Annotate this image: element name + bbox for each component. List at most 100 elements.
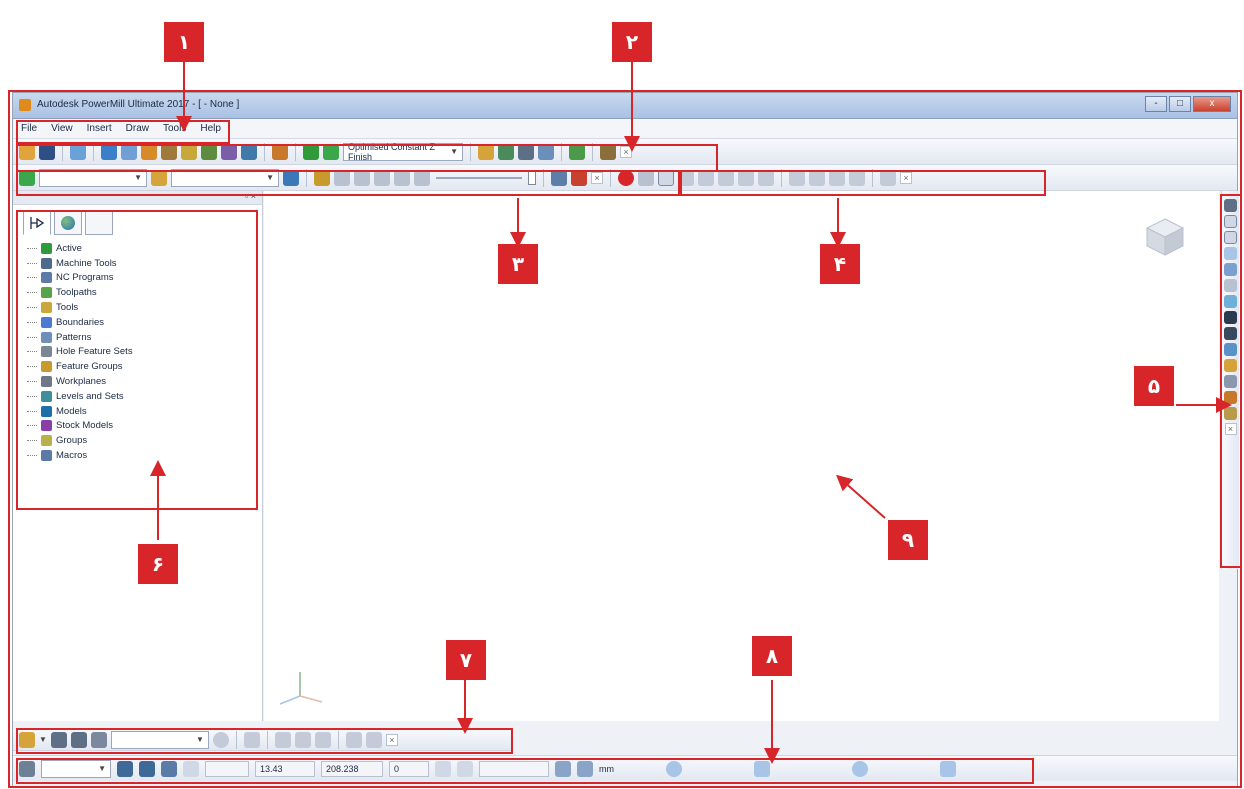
close-toolbar-icon[interactable]: × (900, 171, 912, 184)
iso-view-icon[interactable] (1224, 247, 1237, 260)
tab-web[interactable] (54, 211, 82, 235)
plain-shading-icon[interactable] (1224, 359, 1237, 372)
explorer-item[interactable]: Macros (27, 448, 133, 463)
explorer-item[interactable]: Models (27, 404, 133, 419)
maximize-button[interactable]: □ (1169, 96, 1191, 112)
step-back-small-icon[interactable] (354, 169, 370, 186)
graphics-area[interactable] (264, 191, 1219, 721)
machine-tool-icon[interactable] (272, 143, 288, 160)
no-image-icon[interactable] (658, 169, 674, 186)
blank-icon[interactable] (345, 731, 362, 748)
menu-draw[interactable]: Draw (126, 123, 149, 134)
toolpath-strategies-icon[interactable] (303, 143, 319, 160)
fill-icon[interactable] (365, 731, 382, 748)
explorer-item[interactable]: Machine Tools (27, 256, 133, 271)
camera-icon[interactable] (789, 169, 805, 186)
workplane-new-icon[interactable] (139, 760, 155, 777)
explorer-item[interactable]: Tools (27, 300, 133, 315)
speed-icon[interactable] (314, 169, 330, 186)
close-toolbar-icon[interactable]: × (591, 171, 603, 184)
cut-material-icon[interactable] (718, 169, 734, 186)
start-point-icon[interactable] (181, 143, 197, 160)
open-project-icon[interactable] (19, 143, 35, 160)
explorer-panel-controls[interactable]: ▫ × (13, 191, 262, 205)
feeds-speeds-icon[interactable] (141, 143, 157, 160)
resize-to-fit-icon[interactable] (1224, 295, 1237, 308)
toggle-stock-icon[interactable] (1224, 407, 1237, 420)
explorer-item[interactable]: Boundaries (27, 315, 133, 330)
tools-icon[interactable] (243, 731, 260, 748)
panel-icon[interactable] (538, 143, 554, 160)
print-icon[interactable] (70, 143, 86, 160)
tolerance-icon[interactable] (555, 760, 571, 777)
simulation-slider-track[interactable] (436, 176, 522, 179)
explorer-item[interactable]: Levels and Sets (27, 389, 133, 404)
simulation-stop-icon[interactable] (571, 169, 587, 186)
viewcube-icon[interactable] (1143, 215, 1187, 259)
add-icon[interactable] (294, 731, 311, 748)
collision-check-icon[interactable] (569, 143, 585, 160)
simulation-slider-handle[interactable] (528, 170, 536, 185)
snap-icon[interactable] (435, 760, 451, 777)
stock-icon[interactable] (758, 169, 774, 186)
go-to-end-icon[interactable] (414, 169, 430, 186)
toolpath-combo[interactable]: ▼ (39, 168, 147, 187)
wireframe-icon[interactable] (1224, 375, 1237, 388)
view-from-top-icon[interactable] (1224, 199, 1237, 212)
minimize-button[interactable]: - (1145, 96, 1167, 112)
workplane-active-icon[interactable] (117, 760, 133, 777)
rotate-icon[interactable] (1224, 327, 1237, 340)
accept-icon[interactable] (940, 760, 956, 777)
check-icon[interactable] (457, 760, 473, 777)
explorer-item[interactable]: Groups (27, 433, 133, 448)
select-by-set-icon[interactable] (70, 731, 87, 748)
pin-icon[interactable] (283, 169, 299, 186)
explorer-item[interactable]: Stock Models (27, 419, 133, 434)
step-forward-icon[interactable] (394, 169, 410, 186)
save-state-icon[interactable] (849, 169, 865, 186)
tool-selector-icon[interactable] (151, 169, 167, 186)
toolpath-selector-icon[interactable] (19, 169, 35, 186)
save-project-icon[interactable] (39, 143, 55, 160)
status-icon[interactable] (212, 731, 229, 748)
binoculars-icon[interactable] (600, 143, 616, 160)
select-all-icon[interactable] (90, 731, 107, 748)
viewmill-icon[interactable] (638, 169, 654, 186)
level-combo[interactable]: ▼ (110, 730, 209, 749)
tool-icon[interactable] (161, 143, 177, 160)
diameter-icon[interactable] (852, 760, 868, 777)
view-from-side-icon[interactable] (1224, 231, 1237, 244)
snap-cursor-icon[interactable] (754, 760, 770, 777)
explorer-item[interactable]: Workplanes (27, 374, 133, 389)
status-input-field[interactable] (479, 760, 549, 777)
edit-icon[interactable] (314, 731, 331, 748)
menu-insert[interactable]: Insert (87, 123, 112, 134)
tab-blank[interactable] (85, 211, 113, 235)
explorer-item[interactable]: Active (27, 241, 133, 256)
close-toolbar-icon[interactable]: × (385, 733, 398, 746)
view-from-front-icon[interactable] (1224, 215, 1237, 228)
iso-view-2-icon[interactable] (1224, 263, 1237, 276)
rapid-move-icon[interactable] (121, 143, 137, 160)
light-icon[interactable] (809, 169, 825, 186)
play-icon[interactable] (374, 169, 390, 186)
grid-icon[interactable] (183, 760, 199, 777)
ruler-icon[interactable] (577, 760, 593, 777)
explorer-item[interactable]: Toolpaths (27, 285, 133, 300)
tab-explorer[interactable] (23, 211, 51, 235)
menu-file[interactable]: File (21, 123, 37, 134)
shaded-view-icon[interactable] (1224, 343, 1237, 356)
menu-tools[interactable]: Tools (163, 123, 186, 134)
record-icon[interactable] (618, 169, 634, 186)
close-toolbar-icon[interactable]: × (1224, 423, 1237, 435)
setup-sheets-icon[interactable] (498, 143, 514, 160)
wizard-icon[interactable] (274, 731, 291, 748)
simulation-view-icon[interactable] (551, 169, 567, 186)
reflect-icon[interactable] (829, 169, 845, 186)
menu-view[interactable]: View (51, 123, 73, 134)
explorer-item[interactable]: Hole Feature Sets (27, 345, 133, 360)
nc-programs-icon[interactable] (478, 143, 494, 160)
step-back-icon[interactable] (334, 169, 350, 186)
zoom-icon[interactable] (1224, 279, 1237, 292)
exit-viewmill-icon[interactable] (880, 169, 896, 186)
